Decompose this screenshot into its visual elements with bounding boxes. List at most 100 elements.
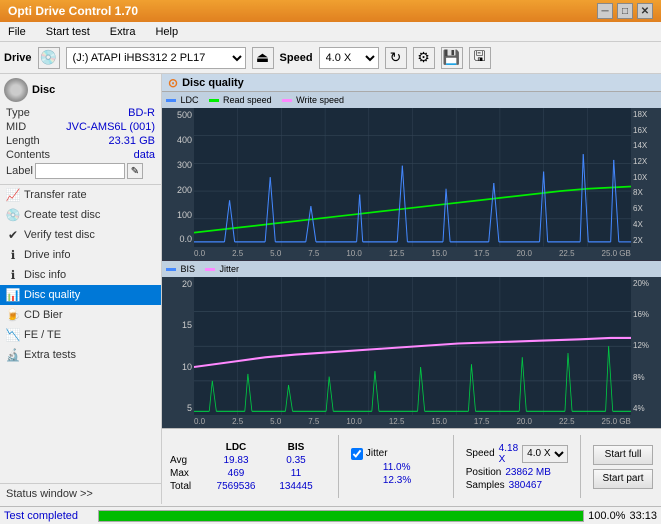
chart1-y-right: 18X 16X 14X 12X 10X 8X 6X 4X 2X: [631, 108, 661, 247]
chart1-legend: LDC Read speed Write speed: [162, 92, 661, 108]
disc-mid-label: MID: [6, 121, 26, 133]
sidebar: Disc Type BD-R MID JVC-AMS6L (001) Lengt…: [0, 74, 162, 504]
speed-select[interactable]: 4.0 X: [319, 47, 379, 69]
action-buttons: Start full Start part: [593, 433, 653, 500]
nav-label-verify-test: Verify test disc: [24, 229, 95, 241]
speed-label: Speed: [280, 52, 313, 64]
jitter-max-row: 12.3%: [351, 475, 441, 486]
total-bis: 134445: [266, 481, 326, 492]
maximize-button[interactable]: □: [617, 3, 633, 19]
refresh-button[interactable]: ↻: [385, 47, 407, 69]
drive-label: Drive: [4, 52, 32, 64]
samples-value: 380467: [509, 480, 542, 491]
disc-contents-label: Contents: [6, 149, 50, 161]
disc-panel: Disc Type BD-R MID JVC-AMS6L (001) Lengt…: [0, 74, 161, 185]
jitter-avg-row: 11.0%: [351, 462, 441, 473]
max-ldc: 469: [206, 468, 266, 479]
drive-select[interactable]: (J:) ATAPI iHBS312 2 PL17: [66, 47, 246, 69]
jitter-legend: Jitter: [205, 264, 239, 274]
menu-start-test[interactable]: Start test: [42, 24, 94, 40]
bis-header: BIS: [266, 442, 326, 453]
disc-section-label: Disc: [32, 84, 55, 96]
create-test-icon: 💿: [6, 208, 20, 222]
sidebar-item-fe-te[interactable]: 📉 FE / TE: [0, 325, 161, 345]
progress-fill: [99, 511, 583, 521]
speed-row: Speed 4.18 X 4.0 X: [466, 443, 568, 465]
disc-quality-view: ⊙ Disc quality LDC Read speed: [162, 74, 661, 504]
sidebar-item-extra-tests[interactable]: 🔬 Extra tests: [0, 345, 161, 365]
sidebar-item-transfer-rate[interactable]: 📈 Transfer rate: [0, 185, 161, 205]
jitter-section: Jitter 11.0% 12.3%: [351, 433, 441, 500]
chart1-y-left: 500 400 300 200 100 0.0: [162, 108, 194, 247]
sidebar-item-create-test-disc[interactable]: 💿 Create test disc: [0, 205, 161, 225]
speed-stat-value: 4.18 X: [499, 443, 518, 465]
speed-stat-select[interactable]: 4.0 X: [522, 445, 568, 463]
chart2-y-right: 20% 16% 12% 8% 4%: [631, 277, 661, 416]
max-bis: 11: [266, 468, 326, 479]
sidebar-item-drive-info[interactable]: ℹ Drive info: [0, 245, 161, 265]
sidebar-item-verify-test-disc[interactable]: ✔ Verify test disc: [0, 225, 161, 245]
divider1: [338, 435, 339, 498]
jitter-checkbox[interactable]: [351, 448, 363, 460]
nav-label-disc-info: Disc info: [24, 269, 66, 281]
nav-label-disc-quality: Disc quality: [24, 289, 80, 301]
bottom-stats: LDC BIS Avg 19.83 0.35 Max 469 11: [162, 428, 661, 504]
chart1-svg: [194, 108, 631, 247]
eject-button[interactable]: ⏏: [252, 47, 274, 69]
divider2: [453, 435, 454, 498]
nav-label-create-test: Create test disc: [24, 209, 100, 221]
disc-label-row: Label ✎: [4, 162, 157, 180]
status-time: 33:13: [629, 510, 657, 522]
disc-label-key: Label: [6, 165, 33, 177]
avg-label: Avg: [170, 455, 206, 466]
menu-help[interactable]: Help: [151, 24, 182, 40]
disc-type-row: Type BD-R: [4, 106, 157, 120]
start-part-button[interactable]: Start part: [593, 469, 653, 489]
progress-track: [98, 510, 584, 522]
menu-file[interactable]: File: [4, 24, 30, 40]
status-window-toggle[interactable]: Status window >>: [0, 483, 161, 504]
disc-type-value: BD-R: [128, 107, 155, 119]
max-jitter: 12.3%: [383, 475, 411, 486]
settings-button[interactable]: ⚙: [413, 47, 435, 69]
status-text: Test completed: [4, 510, 94, 522]
app-title: Opti Drive Control 1.70: [8, 4, 138, 18]
disc-icon: [4, 78, 28, 102]
save-button[interactable]: 🖫: [469, 47, 491, 69]
window-controls[interactable]: ─ □ ✕: [597, 3, 653, 19]
write-speed-legend: Write speed: [282, 95, 344, 105]
samples-label: Samples: [466, 480, 505, 491]
nav-label-cd-bier: CD Bier: [24, 309, 63, 321]
close-button[interactable]: ✕: [637, 3, 653, 19]
disc-quality-icon: 📊: [6, 288, 20, 302]
bis-legend: BIS: [166, 264, 195, 274]
disc-length-label: Length: [6, 135, 40, 147]
position-row: Position 23862 MB: [466, 467, 568, 478]
start-full-button[interactable]: Start full: [593, 445, 653, 465]
sidebar-item-disc-info[interactable]: ℹ Disc info: [0, 265, 161, 285]
minimize-button[interactable]: ─: [597, 3, 613, 19]
title-bar: Opti Drive Control 1.70 ─ □ ✕: [0, 0, 661, 22]
divider3: [580, 435, 581, 498]
verify-test-icon: ✔: [6, 228, 20, 242]
chart2-x-labels: 0.0 2.5 5.0 7.5 10.0 12.5 15.0 17.5 20.0…: [162, 415, 661, 428]
disc-button2[interactable]: 💾: [441, 47, 463, 69]
disc-quality-title-text: Disc quality: [182, 77, 244, 89]
disc-label-input[interactable]: [35, 163, 125, 179]
nav-label-transfer-rate: Transfer rate: [24, 189, 87, 201]
read-speed-legend: Read speed: [209, 95, 272, 105]
sidebar-item-cd-bier[interactable]: 🍺 CD Bier: [0, 305, 161, 325]
chart1-plot: [194, 108, 631, 247]
menu-bar: File Start test Extra Help: [0, 22, 661, 42]
nav-label-extra-tests: Extra tests: [24, 349, 76, 361]
chart1-x-labels: 0.0 2.5 5.0 7.5 10.0 12.5 15.0 17.5 20.0…: [162, 247, 661, 260]
transfer-rate-icon: 📈: [6, 188, 20, 202]
cd-bier-icon: 🍺: [6, 308, 20, 322]
avg-ldc: 19.83: [206, 455, 266, 466]
menu-extra[interactable]: Extra: [106, 24, 140, 40]
disc-contents-value: data: [134, 149, 155, 161]
drive-icon: 💿: [38, 47, 60, 69]
speed-pos-section: Speed 4.18 X 4.0 X Position 23862 MB Sam…: [466, 433, 568, 500]
disc-label-btn[interactable]: ✎: [127, 163, 143, 179]
sidebar-item-disc-quality[interactable]: 📊 Disc quality: [0, 285, 161, 305]
